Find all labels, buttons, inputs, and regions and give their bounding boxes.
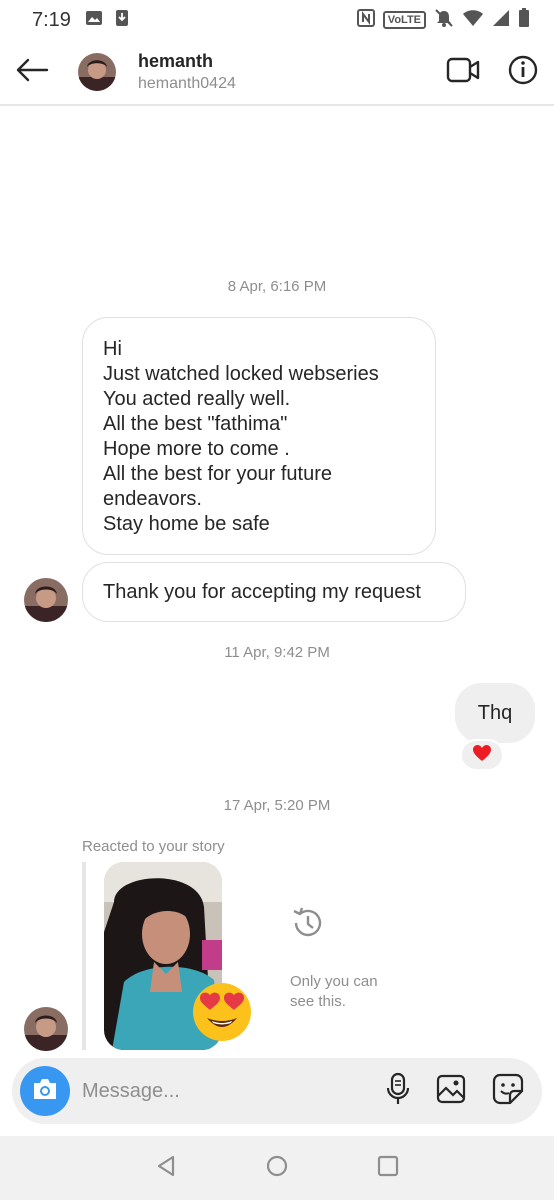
sender-avatar[interactable]: [24, 1007, 68, 1051]
signal-icon: [492, 9, 510, 32]
wifi-icon: [462, 9, 484, 32]
contact-username: hemanth0424: [138, 75, 236, 92]
back-button[interactable]: [0, 39, 64, 105]
video-call-icon[interactable]: [446, 57, 480, 88]
message-line: You acted really well.: [103, 388, 291, 410]
history-icon: [290, 907, 326, 945]
gallery-icon: [85, 10, 103, 31]
status-bar: 7:19 VoLTE: [0, 0, 554, 40]
volte-icon: VoLTE: [382, 11, 426, 29]
mute-icon: [434, 8, 454, 33]
message-text: Thank you for accepting my request: [103, 580, 421, 603]
back-arrow-icon: [15, 58, 49, 87]
message-timestamp: 17 Apr, 5:20 PM: [223, 797, 331, 814]
recents-nav-icon[interactable]: [377, 1155, 399, 1182]
microphone-icon[interactable]: [386, 1072, 410, 1111]
message-text: Thq: [477, 701, 513, 724]
status-system-icons: VoLTE: [356, 7, 530, 33]
battery-icon: [518, 7, 530, 33]
header-actions: [446, 55, 554, 90]
nfc-icon: [356, 8, 375, 32]
message-timestamp: 8 Apr, 6:16 PM: [227, 278, 327, 295]
incoming-message-bubble[interactable]: Hi Just watched locked webseries You act…: [82, 317, 436, 555]
heart-eyes-emoji-icon: [190, 980, 254, 1044]
status-notification-icons: [85, 9, 129, 32]
reaction-badge[interactable]: [460, 739, 504, 771]
private-note: Only you can see this.: [290, 905, 420, 1012]
story-reply-rail: [82, 862, 86, 1050]
story-reaction-caption: Reacted to your story: [82, 838, 225, 855]
sender-avatar[interactable]: [24, 578, 68, 622]
outgoing-message-bubble[interactable]: Thq: [455, 683, 535, 743]
message-line: Just watched locked webseries: [103, 363, 379, 385]
download-icon: [115, 9, 129, 32]
heart-icon: [472, 744, 492, 767]
system-nav-bar: [0, 1136, 554, 1200]
contact-display-name: hemanth: [138, 51, 214, 71]
home-nav-icon[interactable]: [265, 1154, 289, 1183]
message-line: All the best for your future: [103, 463, 333, 485]
message-timestamp: 11 Apr, 9:42 PM: [224, 644, 330, 661]
avatar[interactable]: [78, 53, 116, 91]
back-nav-icon[interactable]: [155, 1155, 177, 1182]
message-line: Hi: [103, 338, 122, 360]
gallery-icon[interactable]: [436, 1074, 466, 1109]
message-line: Hope more to come .: [103, 438, 290, 460]
message-line: Stay home be safe: [103, 513, 270, 535]
message-line: All the best "fathima": [103, 413, 288, 435]
status-time: 7:19: [32, 8, 71, 31]
chat-header: hemanth hemanth0424: [0, 40, 554, 106]
private-note-text: Only you can see this.: [290, 972, 420, 1012]
private-note-line: see this.: [290, 993, 346, 1010]
message-composer: [12, 1058, 542, 1124]
message-input[interactable]: [82, 1079, 386, 1103]
contact-names[interactable]: hemanth hemanth0424: [138, 51, 236, 93]
composer-actions: [386, 1072, 532, 1111]
info-icon[interactable]: [508, 55, 538, 90]
sticker-icon[interactable]: [492, 1073, 524, 1110]
message-line: endeavors.: [103, 488, 202, 510]
private-note-line: Only you can: [290, 973, 378, 990]
incoming-message-bubble[interactable]: Thank you for accepting my request: [82, 562, 466, 622]
camera-button[interactable]: [20, 1066, 70, 1116]
camera-icon: [31, 1077, 59, 1106]
